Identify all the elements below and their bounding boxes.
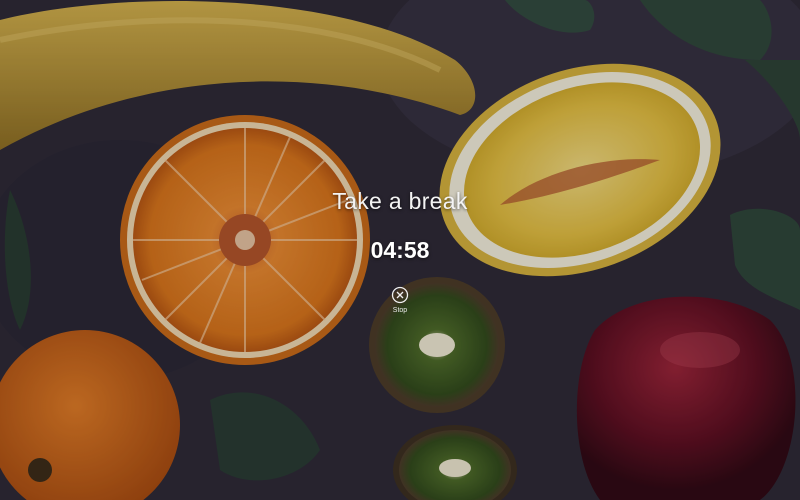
stop-label: Stop: [392, 307, 408, 314]
countdown-timer: 04:58: [370, 237, 430, 263]
close-circle-icon: [391, 286, 409, 304]
break-screen: Take a break 04:58 Stop: [0, 0, 800, 500]
stop-button[interactable]: Stop: [385, 284, 415, 318]
break-title: Take a break: [332, 188, 468, 214]
break-panel: Take a break 04:58 Stop: [300, 180, 500, 320]
